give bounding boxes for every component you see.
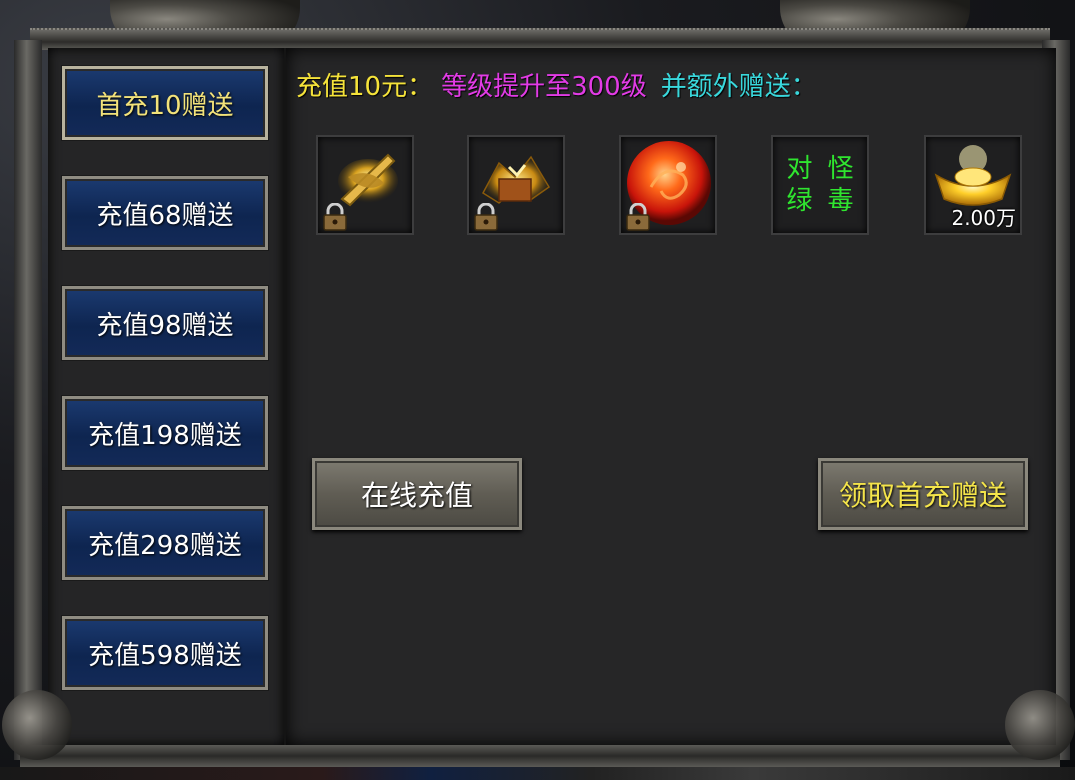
gold-amount: 2.00万: [951, 206, 1016, 230]
headline-amount: 充值10元：: [296, 72, 434, 102]
slot-char-2: 怪: [827, 154, 854, 184]
frame-left-border: [14, 40, 42, 760]
tab-recharge-198[interactable]: 充值198赠送: [62, 396, 268, 470]
reward-slot-2[interactable]: [467, 135, 565, 235]
recharge-online-button[interactable]: 在线充值: [312, 458, 522, 530]
headline-extra-gift: 并额外赠送：: [660, 72, 817, 102]
tab-recharge-68[interactable]: 充值68赠送: [62, 176, 268, 250]
reward-slot-1[interactable]: [316, 135, 414, 235]
frame-top-border: [30, 28, 1050, 50]
tab-recharge-298[interactable]: 充值298赠送: [62, 506, 268, 580]
frame-bottom-border: [20, 745, 1060, 767]
lock-icon: [323, 203, 347, 231]
lock-icon: [474, 203, 498, 231]
reward-slot-5[interactable]: 2.00万: [924, 135, 1022, 235]
reward-slot-3[interactable]: [619, 135, 717, 235]
tab-recharge-98[interactable]: 充值98赠送: [62, 286, 268, 360]
headline-level-boost: 等级提升至300级: [441, 72, 647, 102]
game-hud-strip: [0, 767, 1075, 780]
reward-slot-4-poison-vs-monster[interactable]: 对 怪 绿 毒: [771, 135, 869, 235]
game-frame: 首充10赠送 充值68赠送 充值98赠送 充值198赠送 充值298赠送 充值5…: [0, 0, 1075, 780]
corner-ornament-bottom-right-icon: [1005, 690, 1075, 760]
slot-char-1: 对: [786, 154, 813, 184]
slot-char-4: 毒: [827, 186, 854, 216]
claim-first-recharge-button[interactable]: 领取首充赠送: [818, 458, 1028, 530]
corner-ornament-bottom-left-icon: [2, 690, 72, 760]
reward-headline: 充值10元： 等级提升至300级 并额外赠送：: [296, 66, 817, 103]
slot-char-3: 绿: [786, 186, 813, 216]
lock-icon: [626, 203, 650, 231]
tab-first-recharge-10[interactable]: 首充10赠送: [62, 66, 268, 140]
tab-recharge-598[interactable]: 充值598赠送: [62, 616, 268, 690]
